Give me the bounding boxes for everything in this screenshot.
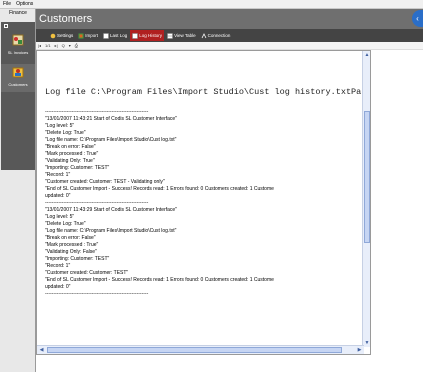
nav-round-button[interactable]: ‹ (412, 10, 423, 27)
zoom-dropdown-icon[interactable]: ▾ (69, 43, 71, 48)
log-line: "Validating Only: False" (45, 249, 97, 255)
chevron-left-icon: ‹ (416, 14, 419, 23)
settings-icon (50, 33, 56, 38)
report-toolbar: |◂ 1/1 ▸| Q ▾ ⎙ (36, 42, 423, 50)
sidebar-item-sl-invoices[interactable]: SL Invoices (1, 34, 35, 55)
log-line: "Break on error: False" (45, 235, 96, 241)
sidebar-title: Finance (9, 10, 27, 16)
vertical-scroll-thumb[interactable] (364, 111, 370, 243)
log-line: "Customer created: Customer: TEST - Vali… (45, 179, 165, 185)
log-line: updated: 0" (45, 284, 71, 290)
connection-icon (201, 32, 207, 38)
view-table-label: View Table (174, 33, 196, 38)
log-line: ----------------------------------------… (45, 291, 149, 297)
log-line: "End of SL Customer Import - Success! Re… (45, 277, 274, 283)
scroll-right-icon[interactable]: ▶ (355, 346, 364, 354)
log-history-button[interactable]: Log History (130, 30, 165, 41)
vertical-scrollbar[interactable]: ▲ ▼ (362, 51, 370, 347)
sidebar: Finance SL Invoices Customers (0, 9, 36, 372)
log-file-header: Log file C:\Program Files\Import Studio\… (45, 87, 362, 97)
scroll-up-icon[interactable]: ▲ (363, 51, 370, 59)
log-history-label: Log History (139, 33, 163, 38)
log-line: "Mark processed : True" (45, 151, 99, 157)
log-line: "13/01/2007 11:43:21 Start of Codis SL C… (45, 116, 177, 122)
connection-button[interactable]: Connection (199, 30, 233, 41)
last-log-label: Last Log (110, 33, 128, 38)
window-title: Customers (36, 9, 423, 29)
sidebar-item-customers[interactable]: Customers (1, 64, 35, 92)
menu-file[interactable]: File (3, 0, 11, 8)
scroll-down-icon[interactable]: ▼ (363, 339, 370, 347)
menu-bar: File Options (0, 0, 423, 9)
log-line: "Break on error: False" (45, 144, 96, 150)
next-page-icon[interactable]: ▸| (55, 43, 58, 48)
log-line: "Delete Log: True" (45, 130, 86, 136)
last-log-button[interactable]: Last Log (101, 30, 129, 41)
view-table-button[interactable]: View Table (165, 30, 198, 41)
log-lines: ----------------------------------------… (45, 109, 362, 298)
log-line: "Customer created: Customer: TEST" (45, 270, 129, 276)
horizontal-scrollbar[interactable]: ◀ ▶ (37, 345, 364, 354)
log-line: "Mark processed : True" (45, 242, 99, 248)
sidebar-item-label: Customers (8, 82, 28, 87)
log-line: "End of SL Customer Import - Success! Re… (45, 186, 274, 192)
zoom-icon[interactable]: Q (62, 43, 65, 48)
log-history-icon (132, 32, 139, 39)
customers-icon (12, 67, 24, 78)
log-viewer: Log file C:\Program Files\Import Studio\… (36, 50, 371, 355)
log-line: "Log file name: C:\Program Files\Import … (45, 228, 177, 234)
view-table-icon (167, 32, 173, 39)
log-line: "Log level: 5" (45, 123, 75, 129)
log-line: "Importing: Customer: TEST" (45, 256, 110, 262)
import-label: Import (85, 33, 99, 38)
first-page-icon[interactable]: |◂ (38, 43, 41, 48)
scroll-left-icon[interactable]: ◀ (37, 346, 46, 354)
menu-options[interactable]: Options (16, 0, 33, 8)
last-log-icon (103, 32, 109, 39)
log-line: "Importing: Customer: TEST" (45, 165, 110, 171)
page-indicator: 1/1 (45, 43, 51, 48)
settings-label: Settings (57, 33, 74, 38)
import-button[interactable]: Import (76, 30, 100, 41)
connection-label: Connection (207, 33, 231, 38)
sidebar-panel: SL Invoices Customers (1, 22, 35, 170)
pin-icon[interactable] (4, 24, 8, 28)
sidebar-item-label: SL Invoices (7, 50, 29, 55)
print-icon[interactable]: ⎙ (75, 43, 78, 48)
log-line: "Validating Only: True" (45, 158, 95, 164)
import-icon (78, 33, 84, 38)
log-line: ----------------------------------------… (45, 200, 149, 206)
log-line: ----------------------------------------… (45, 109, 149, 115)
log-line: "Delete Log: True" (45, 221, 86, 227)
log-line: "Log file name: C:\Program Files\Import … (45, 137, 177, 143)
toolbar: Settings Import Last Log Log History Vie… (36, 29, 423, 42)
log-line: "13/01/2007 11:43:29 Start of Codis SL C… (45, 207, 177, 213)
log-line: "Record: 1" (45, 172, 71, 178)
settings-button[interactable]: Settings (48, 30, 75, 41)
log-line: updated: 0" (45, 193, 71, 199)
horizontal-scroll-thumb[interactable] (47, 347, 342, 353)
invoice-icon (12, 34, 24, 46)
log-line: "Log level: 5" (45, 214, 75, 220)
log-line: "Record: 1" (45, 263, 71, 269)
